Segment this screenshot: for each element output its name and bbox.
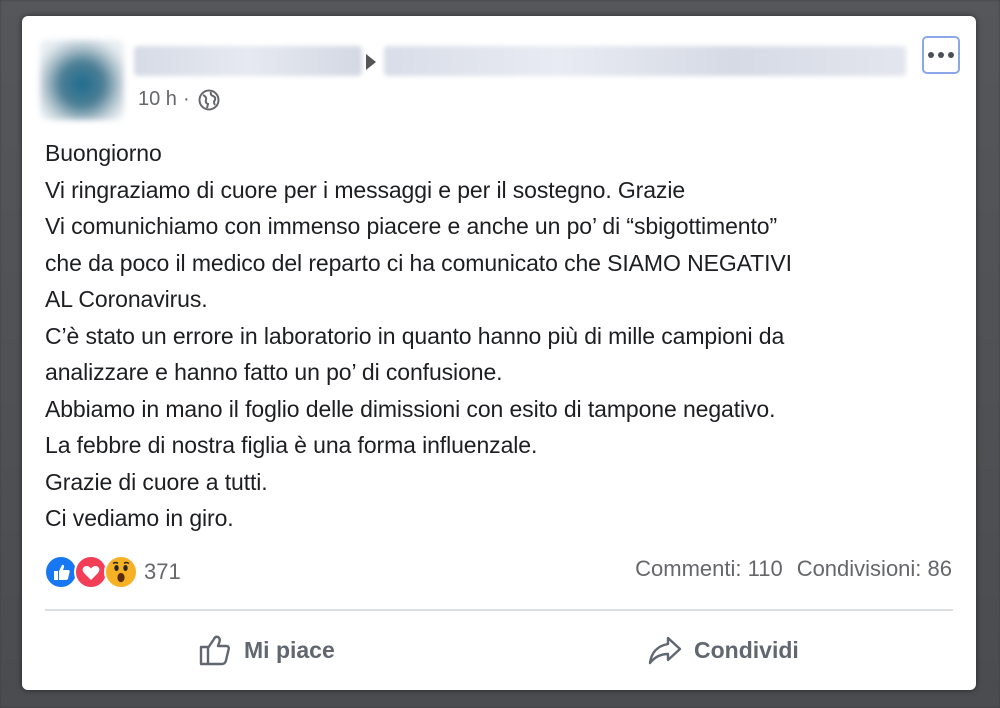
post-line: Buongiorno (45, 140, 162, 166)
like-label: Mi piace (244, 636, 335, 663)
more-dot (938, 52, 944, 58)
post-line: che da poco il medico del reparto ci ha … (45, 249, 792, 276)
post-line: AL Coronavirus. (45, 286, 208, 312)
avatar[interactable] (40, 40, 124, 120)
post-line: analizzare e hanno fatto un po’ di confu… (45, 359, 503, 385)
globe-icon (198, 89, 220, 110)
post-line: La febbre di nostra figlia è una forma i… (45, 432, 538, 458)
post-line: Ci vediamo in giro. (45, 505, 234, 531)
divider (45, 609, 953, 611)
thumbs-up-icon (199, 635, 230, 666)
like-reaction-icon (44, 555, 78, 589)
share-label: Condividi (694, 636, 799, 663)
group-name-redacted (384, 46, 906, 76)
post-line: Abbiamo in mano il foglio delle dimissio… (45, 395, 776, 422)
post-meta: 10 h · (138, 88, 220, 111)
share-button[interactable]: Condividi (646, 628, 799, 672)
caret-right-icon (366, 54, 376, 70)
shares-count[interactable]: Condivisioni: 86 (797, 556, 952, 582)
post-stats: Commenti: 110 Condivisioni: 86 (635, 556, 952, 582)
love-reaction-icon (74, 555, 108, 589)
post-line: Vi comunichiamo con immenso piacere e an… (45, 213, 778, 239)
post-line: Grazie di cuore a tutti. (45, 468, 268, 495)
post-time[interactable]: 10 h (138, 88, 177, 111)
post-line: C’è stato un errore in laboratorio in qu… (45, 322, 785, 349)
more-dot (948, 52, 954, 58)
share-icon (648, 636, 682, 665)
more-dot (928, 52, 934, 58)
meta-separator: · (182, 88, 190, 110)
post-body: Buongiorno Vi ringraziamo di cuore per i… (45, 135, 955, 537)
post-line: Vi ringraziamo di cuore per i messaggi e… (45, 176, 686, 203)
like-button[interactable]: Mi piace (198, 628, 335, 672)
reaction-count[interactable]: 371 (144, 559, 181, 585)
wow-reaction-icon (104, 555, 138, 589)
author-name-redacted (134, 46, 362, 76)
more-options-button[interactable] (922, 36, 960, 74)
facebook-post-card: 10 h · Buongiorno Vi ringraziamo di cuor… (22, 16, 976, 690)
reactions-summary[interactable]: 371 (44, 554, 181, 590)
comments-count[interactable]: Commenti: 110 (635, 556, 783, 582)
